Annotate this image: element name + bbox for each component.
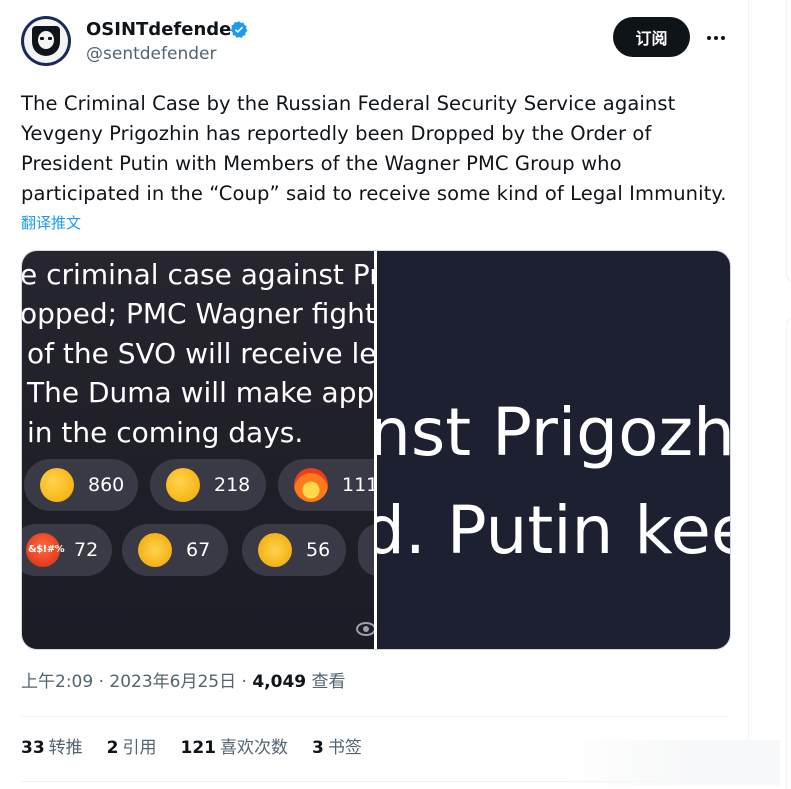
meta-separator: · <box>98 672 110 692</box>
reaction-pill: 56 <box>242 524 346 576</box>
tweet-time[interactable]: 上午2:09 <box>21 672 93 692</box>
likes-label: 喜欢次数 <box>220 738 289 758</box>
retweets-count: 33 <box>21 738 45 758</box>
likes-stat[interactable]: 121 喜欢次数 <box>181 736 289 760</box>
tweet-meta: 上午2:09 · 2023年6月25日 · 4,049 查看 <box>21 670 346 694</box>
avatar[interactable] <box>21 16 71 66</box>
column-border <box>748 0 749 785</box>
eye-icon <box>356 622 374 636</box>
reaction-count: 56 <box>306 539 331 561</box>
sidebar-card-fragment <box>786 0 791 281</box>
reaction-pill: 860 <box>24 459 138 511</box>
translate-link[interactable]: 翻译推文 <box>21 212 81 234</box>
quotes-stat[interactable]: 2 引用 <box>107 736 157 760</box>
engagement-stats: 33 转推 2 引用 121 喜欢次数 3 书签 <box>21 736 362 760</box>
reaction-count: 72 <box>74 539 99 561</box>
reaction-pill: &$!#% 72 <box>22 524 112 576</box>
bookmarks-label: 书签 <box>327 738 362 758</box>
clapping-hands-icon <box>258 533 292 567</box>
image-text-line: in the coming days. <box>27 416 304 449</box>
meta-separator: · <box>241 672 253 692</box>
quotes-count: 2 <box>106 738 119 758</box>
reaction-pill: 218 <box>150 459 266 511</box>
reaction-pill-partial <box>358 524 374 576</box>
sidebar-card-fragment <box>786 318 791 789</box>
more-horizontal-icon[interactable] <box>704 26 728 50</box>
media-grid: e criminal case against Pr opped; PMC Wa… <box>21 250 731 650</box>
media-image-left[interactable]: e criminal case against Pr opped; PMC Wa… <box>22 251 374 649</box>
verified-badge-icon[interactable] <box>229 20 249 40</box>
bottom-fade <box>560 740 780 785</box>
bookmarks-count: 3 <box>312 738 324 758</box>
image-text-line: nst Prigozhi <box>377 394 730 471</box>
angry-face-icon: &$!#% <box>26 533 65 567</box>
praying-hands-icon <box>138 533 172 567</box>
author-handle[interactable]: @sentdefender <box>86 43 216 65</box>
reaction-count: 860 <box>88 474 125 496</box>
fire-icon <box>294 468 328 502</box>
views-count: 4,049 <box>252 672 307 692</box>
image-text-line: opped; PMC Wagner fighte <box>22 297 374 330</box>
reaction-count: 218 <box>214 474 251 496</box>
thumbs-down-icon <box>166 468 200 502</box>
media-image-right[interactable]: nst Prigozhi d. Putin kee <box>377 251 730 649</box>
image-text-line: The Duma will make appro <box>27 376 374 409</box>
image-text-line: d. Putin kee <box>377 492 730 569</box>
avatar-face <box>38 31 54 49</box>
reaction-pill: 111 <box>278 459 374 511</box>
tweet-date[interactable]: 2023年6月25日 <box>109 672 236 692</box>
retweets-stat[interactable]: 33 转推 <box>21 736 83 760</box>
reaction-pill: 67 <box>122 524 228 576</box>
right-sidebar-edge <box>776 0 791 789</box>
bookmarks-stat[interactable]: 3 书签 <box>312 736 362 760</box>
reaction-count: 67 <box>186 539 211 561</box>
avatar-eye <box>48 37 52 40</box>
avatar-eye <box>40 37 44 40</box>
divider <box>21 716 728 717</box>
reaction-count: 111 <box>342 474 374 496</box>
author-name[interactable]: OSINTdefender <box>86 18 240 42</box>
likes-count: 121 <box>180 738 217 758</box>
image-text-line: e criminal case against Pr <box>22 258 374 291</box>
subscribe-button[interactable]: 订阅 <box>613 17 690 57</box>
angry-face-glyph: &$!#% <box>28 544 65 555</box>
retweets-label: 转推 <box>48 738 83 758</box>
tweet-text: The Criminal Case by the Russian Federal… <box>21 92 727 205</box>
image-text-line: of the SVO will receive leg <box>27 337 374 370</box>
thumbs-up-icon <box>40 468 74 502</box>
views-label: 查看 <box>311 672 346 692</box>
quotes-label: 引用 <box>122 738 157 758</box>
